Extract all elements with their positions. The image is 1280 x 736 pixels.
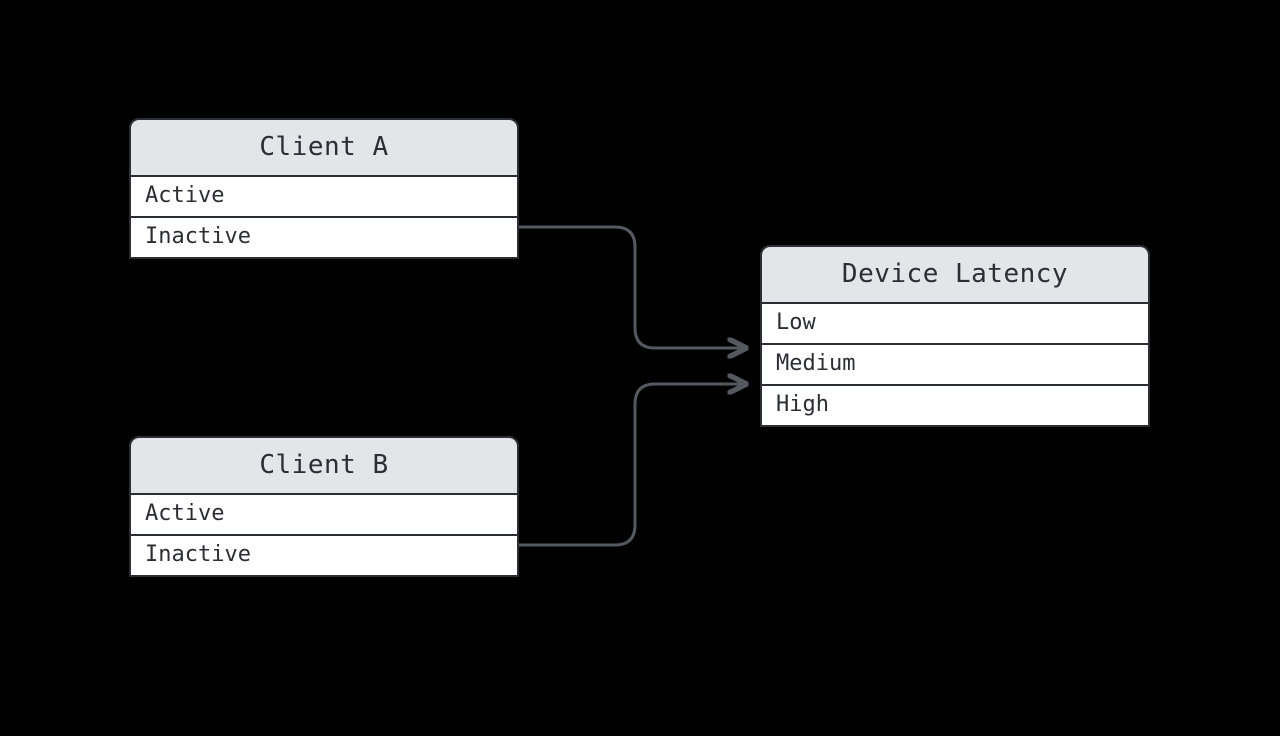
entity-row-active: Active: [131, 177, 517, 218]
entity-title: Device Latency: [762, 247, 1148, 304]
entity-device-latency: Device Latency Low Medium High: [760, 245, 1150, 427]
connector-client-a-to-device-latency: [519, 227, 745, 348]
diagram-canvas: Client A Active Inactive Client B Active…: [0, 0, 1280, 736]
entity-title: Client B: [131, 438, 517, 495]
entity-row-active: Active: [131, 495, 517, 536]
connector-client-b-to-device-latency: [519, 384, 745, 545]
entity-client-b: Client B Active Inactive: [129, 436, 519, 577]
entity-row-medium: Medium: [762, 345, 1148, 386]
entity-row-high: High: [762, 386, 1148, 425]
entity-row-inactive: Inactive: [131, 218, 517, 257]
entity-title: Client A: [131, 120, 517, 177]
entity-row-low: Low: [762, 304, 1148, 345]
entity-row-inactive: Inactive: [131, 536, 517, 575]
entity-client-a: Client A Active Inactive: [129, 118, 519, 259]
